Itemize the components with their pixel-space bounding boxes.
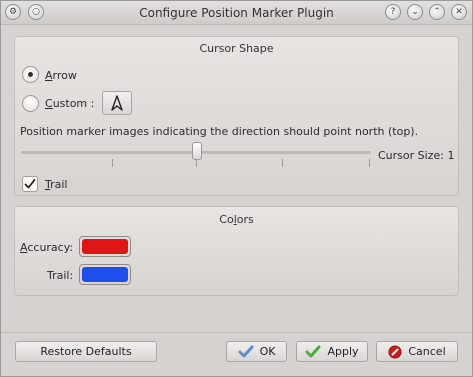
cursor-shape-title: Cursor Shape xyxy=(199,42,274,55)
slider-tick xyxy=(112,159,113,167)
restore-defaults-button[interactable]: Restore Defaults xyxy=(15,341,157,362)
custom-radio[interactable] xyxy=(22,95,39,112)
cursor-shape-group: Cursor Shape xyxy=(14,36,459,196)
trail-color-label: Trail: xyxy=(47,269,74,282)
maximize-button[interactable]: ⌃ xyxy=(429,4,445,20)
chevron-down-icon: ⌄ xyxy=(411,7,419,17)
close-icon: ✕ xyxy=(455,7,463,17)
arrow-cursor-icon xyxy=(111,95,123,111)
slider-tick xyxy=(196,159,197,167)
slider-tick xyxy=(282,159,283,167)
check-icon xyxy=(238,345,254,357)
help-icon: ? xyxy=(390,7,396,17)
ok-button[interactable]: OK xyxy=(226,341,287,362)
minimize-button[interactable]: ⌄ xyxy=(407,4,423,20)
check-green-icon xyxy=(305,345,321,357)
apply-label: Apply xyxy=(327,345,359,358)
title-bar: ⚙ ○ Configure Position Marker Plugin ? ⌄… xyxy=(1,1,472,25)
checkmark-icon xyxy=(24,179,36,189)
close-button[interactable]: ✕ xyxy=(451,4,467,20)
custom-cursor-button[interactable] xyxy=(102,91,132,115)
cancel-icon xyxy=(388,345,402,358)
help-button[interactable]: ? xyxy=(385,4,401,20)
radio-selected-dot xyxy=(28,72,33,77)
chevron-up-icon: ⌃ xyxy=(433,7,441,17)
accuracy-color-swatch xyxy=(82,239,128,254)
apply-button[interactable]: Apply xyxy=(296,341,368,362)
dialog-window: ⚙ ○ Configure Position Marker Plugin ? ⌄… xyxy=(0,0,473,377)
custom-label: Custom : xyxy=(45,97,95,110)
ok-label: OK xyxy=(259,345,276,358)
colors-title: Colors xyxy=(219,213,254,226)
slider-tick xyxy=(369,159,370,167)
cursor-size-label: Cursor Size: 1 xyxy=(378,149,455,162)
trail-label: Trail xyxy=(45,178,68,191)
trail-checkbox[interactable] xyxy=(22,176,38,192)
trail-color-swatch xyxy=(82,267,128,282)
restore-defaults-label: Restore Defaults xyxy=(40,345,132,358)
accuracy-color-button[interactable] xyxy=(79,236,131,257)
window-title: Configure Position Marker Plugin xyxy=(139,6,334,20)
arrow-label: Arrow xyxy=(45,69,77,82)
separator xyxy=(1,332,472,333)
accuracy-label: Accuracy: xyxy=(20,241,74,254)
cancel-button[interactable]: Cancel xyxy=(376,341,458,362)
cancel-label: Cancel xyxy=(408,345,446,358)
cursor-size-slider-handle[interactable] xyxy=(192,142,202,160)
trail-color-button[interactable] xyxy=(79,264,131,285)
direction-hint: Position marker images indicating the di… xyxy=(20,125,419,138)
arrow-radio[interactable] xyxy=(22,66,39,83)
